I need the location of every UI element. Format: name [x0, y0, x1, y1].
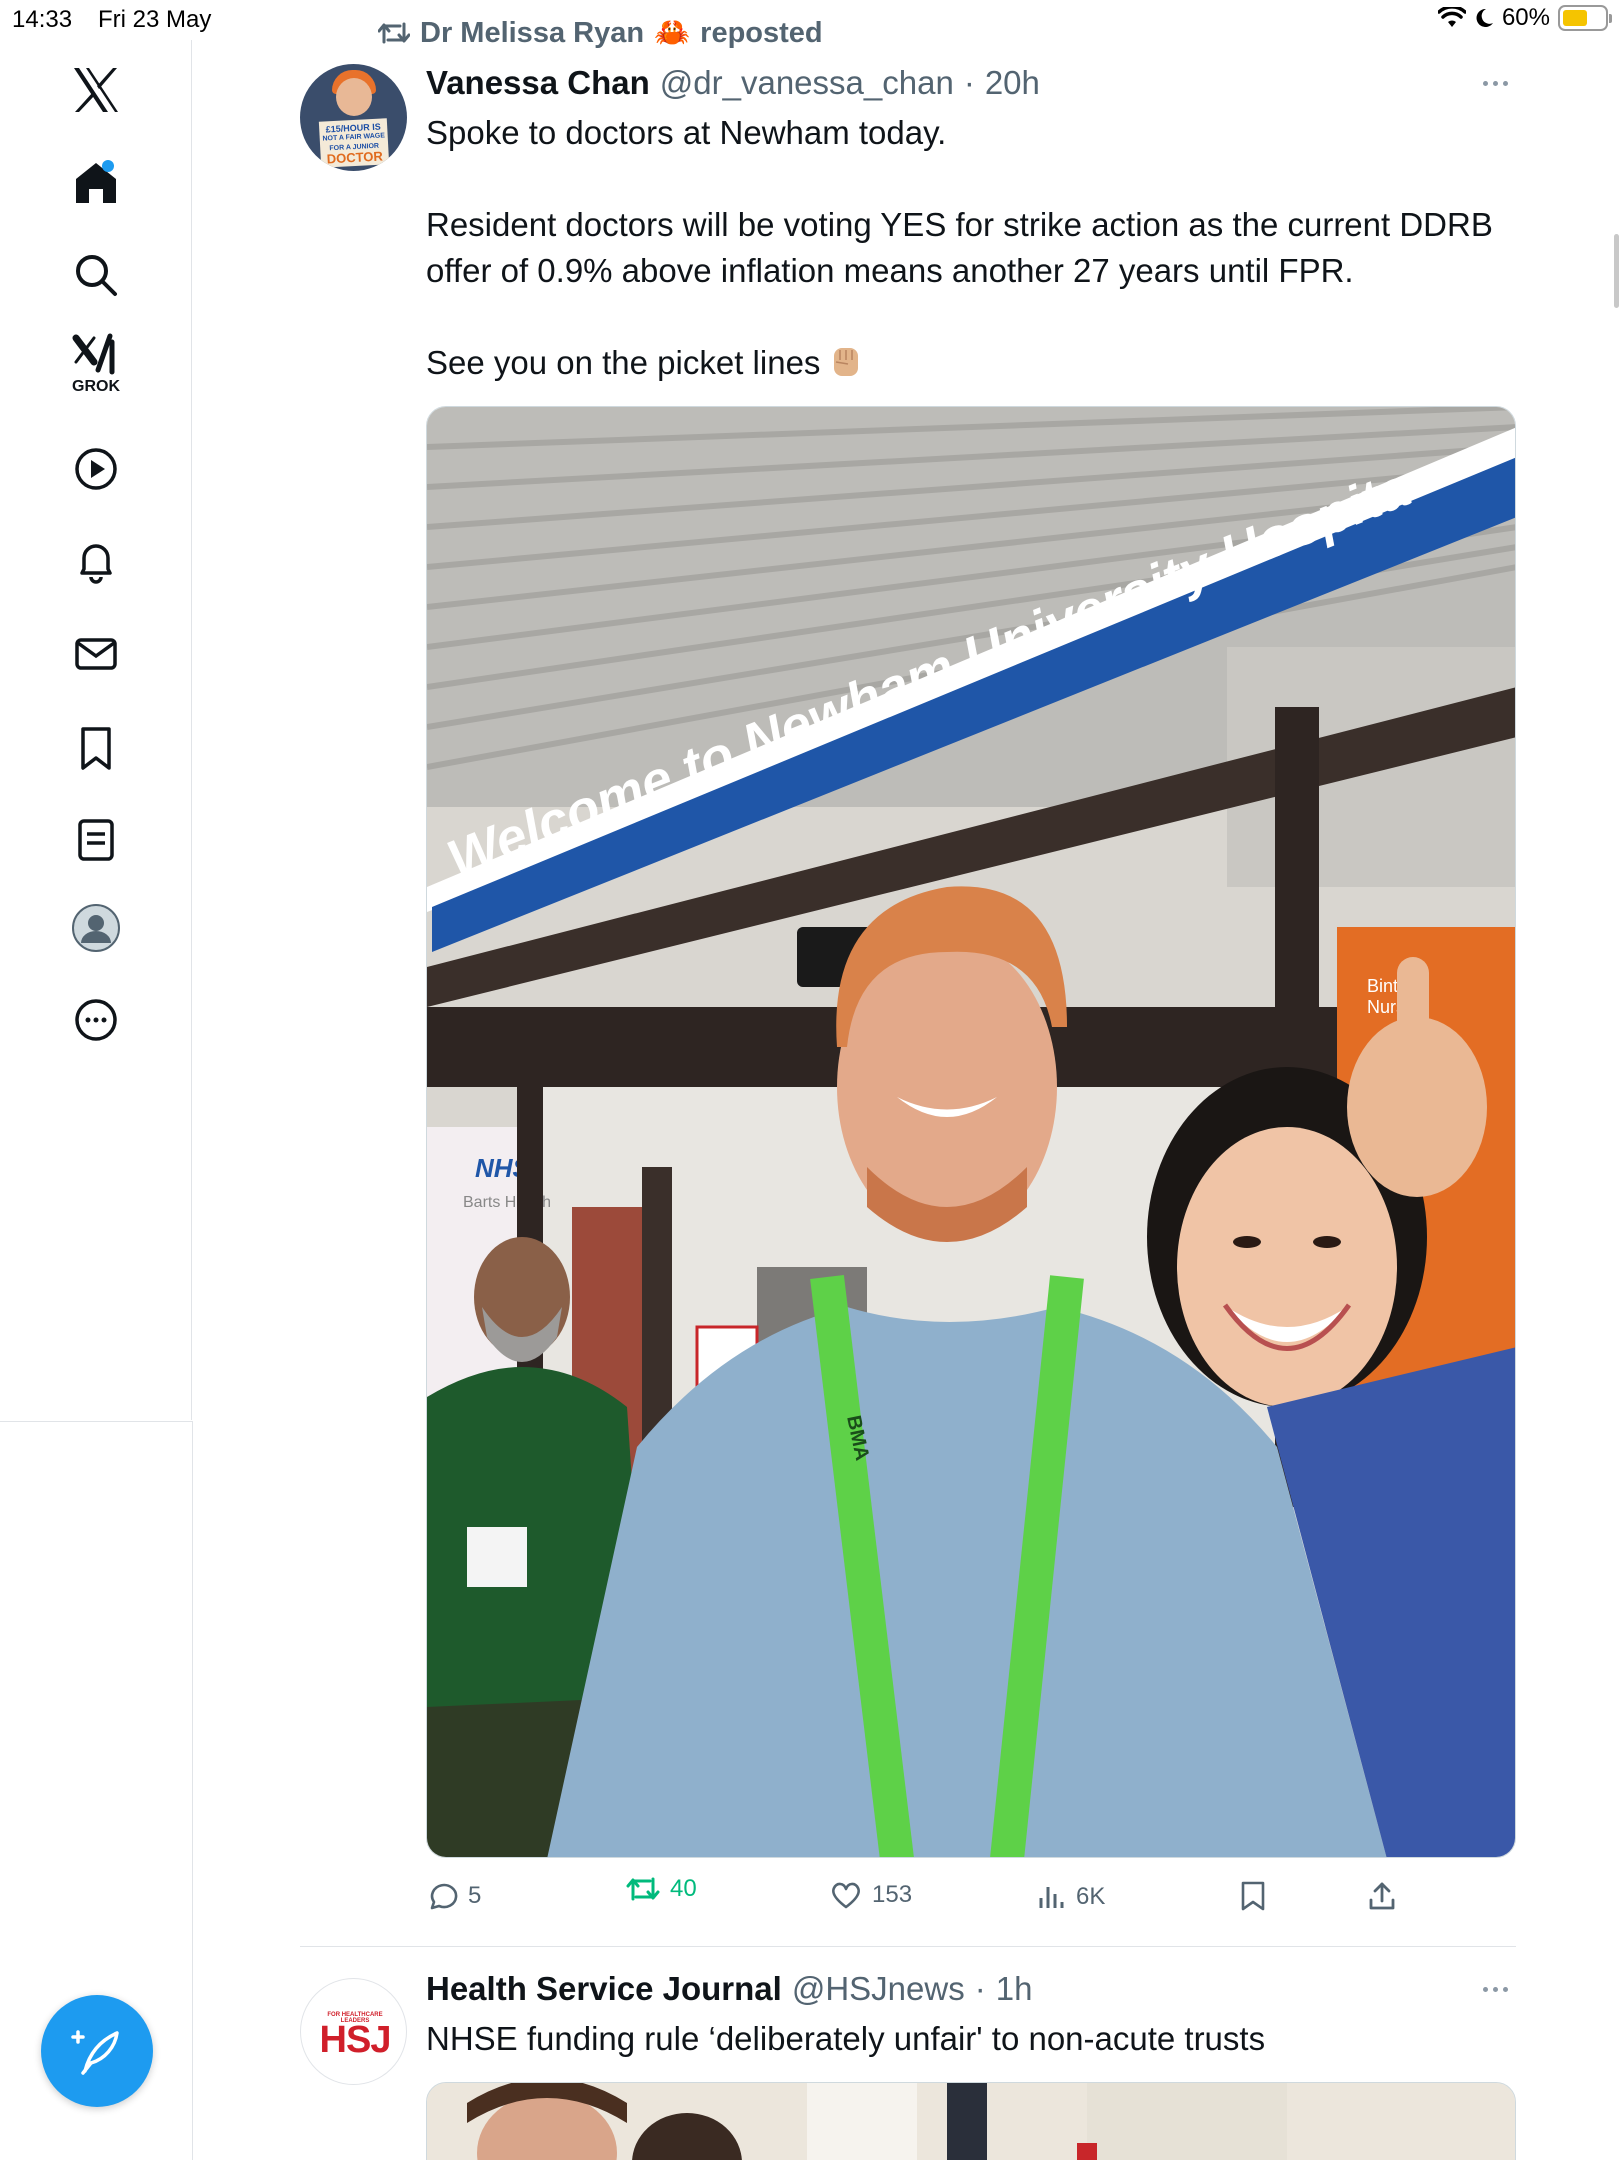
sidebar-item-profile[interactable] — [46, 878, 146, 978]
author-name[interactable]: Vanessa Chan — [426, 64, 650, 102]
sidebar-item-grok[interactable]: GROK — [46, 314, 146, 414]
sidebar-item-notifications[interactable] — [46, 512, 146, 612]
share-button[interactable] — [1366, 1880, 1398, 1912]
share-icon — [1369, 1882, 1395, 1910]
scrollbar[interactable] — [1614, 234, 1619, 308]
grok-icon — [72, 333, 115, 375]
status-time: 14:33 — [12, 6, 73, 33]
x-logo-icon[interactable] — [46, 40, 146, 140]
mail-icon — [75, 638, 117, 670]
battery-level — [1563, 10, 1587, 26]
wifi-icon — [1437, 7, 1466, 27]
tweet-time[interactable]: 20h — [985, 64, 1040, 102]
author-handle[interactable]: @dr_vanessa_chan — [660, 64, 954, 102]
crab-emoji: 🦀 — [654, 17, 691, 49]
grok-label: GROK — [72, 378, 120, 395]
tweet-paragraph: Spoke to doctors at Newham today. — [426, 114, 947, 151]
tweet2-author-handle[interactable]: @HSJnews — [792, 1970, 965, 2008]
sidebar-item-more[interactable] — [46, 970, 146, 1070]
status-icons: 60% — [1437, 4, 1612, 32]
notification-dot — [102, 160, 114, 172]
tweet-actions: 5 40 153 6K — [426, 1872, 1516, 1922]
reposter-name[interactable]: Dr Melissa Ryan — [420, 17, 644, 50]
avatar-sign: £15/HOUR IS NOT A FAIR WAGE FOR A JUNIOR… — [318, 118, 390, 168]
bookmark-icon — [81, 727, 111, 770]
hospital-selfie-image: Welcome to Newham University Hospita NHS… — [427, 407, 1515, 1857]
compose-button[interactable] — [41, 1995, 153, 2107]
sidebar-item-bookmarks[interactable] — [46, 698, 146, 798]
heart-icon — [832, 1882, 860, 1909]
hsj-avatar[interactable]: FOR HEALTHCARE LEADERS HSJ — [300, 1978, 407, 2085]
tweet-paragraph: See you on the picket lines — [426, 340, 1526, 386]
search-icon — [76, 255, 117, 296]
repost-icon — [378, 22, 410, 44]
sidebar-divider — [0, 1421, 192, 1422]
sidebar-item-search[interactable] — [46, 225, 146, 325]
sidebar-item-lists[interactable] — [46, 790, 146, 890]
status-date: Fri 23 May — [98, 6, 212, 33]
tweet-divider — [300, 1946, 1516, 1947]
view-count: 6K — [1076, 1883, 1106, 1910]
list-icon — [78, 819, 114, 861]
like-count: 153 — [872, 1881, 913, 1908]
views-button[interactable]: 6K — [1036, 1882, 1105, 1912]
views-chart-icon — [1039, 1887, 1064, 1908]
avatar-sign-line4: DOCTOR — [326, 148, 384, 167]
play-icon — [75, 448, 117, 490]
author-avatar[interactable]: £15/HOUR IS NOT A FAIR WAGE FOR A JUNIOR… — [300, 64, 407, 171]
tweet2-image — [427, 2083, 1515, 2160]
tweet-photo[interactable]: Welcome to Newham University Hospita NHS… — [426, 406, 1516, 1858]
tweet2-header: Health Service Journal @HSJnews · 1h — [426, 1970, 1032, 2008]
reply-button[interactable]: 5 — [426, 1880, 481, 1912]
repost-label: reposted — [700, 16, 823, 49]
avatar-face — [336, 78, 372, 116]
sidebar: GROK — [0, 40, 192, 1420]
sidebar-border — [192, 1421, 193, 2160]
tweet-text: Spoke to doctors at Newham today. Reside… — [426, 110, 1526, 386]
tweet-header: Vanessa Chan @dr_vanessa_chan · 20h — [426, 64, 1040, 102]
repost-count: 40 — [670, 1875, 697, 1902]
tweet2-more-button[interactable] — [1470, 1974, 1520, 2004]
reply-count: 5 — [468, 1882, 482, 1909]
tweet-paragraph: Resident doctors will be voting YES for … — [426, 206, 1493, 289]
hsj-logo: HSJ — [319, 2019, 392, 2061]
header-separator: · — [963, 64, 975, 101]
repost-button[interactable]: 40 — [626, 1874, 697, 1904]
bookmark-action-icon — [1241, 1881, 1265, 1911]
like-button[interactable]: 153 — [830, 1880, 912, 1910]
bell-icon — [80, 544, 112, 584]
compose-feather-icon — [71, 2030, 119, 2075]
moon-icon — [1476, 8, 1493, 27]
profile-avatar-icon — [72, 904, 120, 952]
sidebar-item-video[interactable] — [46, 419, 146, 519]
battery-percent: 60% — [1501, 4, 1550, 31]
more-circle-icon — [75, 999, 117, 1041]
sidebar-item-home[interactable] — [46, 132, 146, 232]
tweet2-header-separator: · — [974, 1970, 986, 2007]
repost-action-icon — [626, 1877, 660, 1901]
battery-icon — [1558, 5, 1612, 31]
bookmark-button[interactable] — [1238, 1880, 1268, 1912]
tweet2-photo[interactable] — [426, 2082, 1516, 2160]
tweet2-time[interactable]: 1h — [996, 1970, 1033, 2008]
tweet-more-button[interactable] — [1470, 68, 1520, 98]
repost-indicator[interactable]: Dr Melissa Ryan 🦀 reposted — [378, 16, 823, 50]
tweet-paragraph-text: See you on the picket lines — [426, 344, 821, 381]
tweet2-text: NHSE funding rule ‘deliberately unfair' … — [426, 2020, 1266, 2057]
tweet2-author-name[interactable]: Health Service Journal — [426, 1970, 782, 2008]
raised-fist-icon — [834, 348, 859, 376]
reply-icon — [430, 1883, 458, 1910]
sidebar-item-messages[interactable] — [46, 604, 146, 704]
